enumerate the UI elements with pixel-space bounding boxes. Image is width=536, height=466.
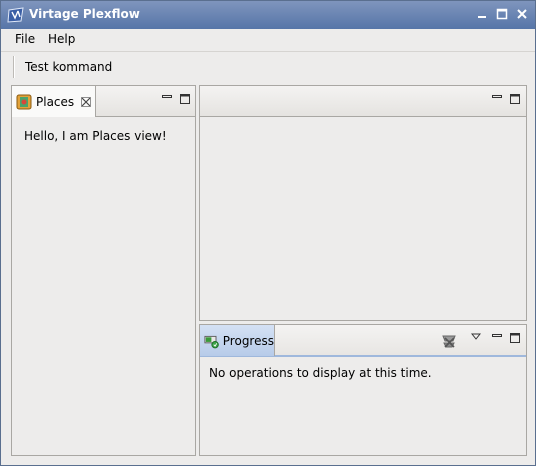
- tab-places[interactable]: Places: [12, 86, 96, 117]
- editor-area-body: [200, 117, 526, 320]
- close-icon[interactable]: [515, 7, 529, 21]
- maximize-editor-icon[interactable]: [510, 94, 520, 104]
- maximize-progress-icon[interactable]: [510, 333, 520, 343]
- tab-progress[interactable]: Progress: [200, 325, 275, 356]
- window-title: Virtage Plexflow: [29, 7, 140, 21]
- app-window: Virtage Plexflow File Help Test kommand: [0, 0, 536, 466]
- editor-area: [199, 85, 527, 321]
- menu-help[interactable]: Help: [46, 32, 77, 46]
- toolbar: Test kommand: [1, 52, 535, 83]
- places-view: Places Hello, I am Places view!: [11, 85, 196, 456]
- places-message: Hello, I am Places view!: [24, 129, 167, 143]
- close-tab-icon[interactable]: [80, 96, 92, 108]
- places-view-header: Places: [12, 86, 195, 117]
- places-view-body: Hello, I am Places view!: [12, 117, 195, 455]
- test-command-button[interactable]: Test kommand: [25, 60, 112, 74]
- toolbar-grip[interactable]: [13, 56, 14, 78]
- progress-tab-label: Progress: [222, 333, 274, 348]
- title-bar[interactable]: Virtage Plexflow: [1, 1, 535, 29]
- menu-bar: File Help: [1, 29, 535, 52]
- minimize-editor-icon[interactable]: [492, 92, 502, 102]
- minimize-progress-icon[interactable]: [492, 331, 502, 341]
- progress-view-header: Progress: [200, 325, 526, 357]
- minimize-view-icon[interactable]: [162, 92, 172, 102]
- maximize-view-icon[interactable]: [180, 94, 190, 104]
- editor-area-header: [200, 86, 526, 117]
- progress-icon: [204, 335, 219, 348]
- view-menu-icon[interactable]: [471, 332, 481, 342]
- progress-view: Progress No operations to display at thi…: [199, 324, 527, 456]
- progress-message: No operations to display at this time.: [209, 366, 432, 380]
- places-icon: [16, 94, 32, 109]
- remove-all-finished-icon[interactable]: [440, 332, 458, 350]
- maximize-icon[interactable]: [495, 7, 509, 21]
- minimize-icon[interactable]: [475, 7, 489, 21]
- places-tab-label: Places: [36, 94, 75, 109]
- progress-view-body: No operations to display at this time.: [200, 357, 526, 455]
- app-logo-icon: [7, 7, 24, 23]
- menu-file[interactable]: File: [13, 32, 37, 46]
